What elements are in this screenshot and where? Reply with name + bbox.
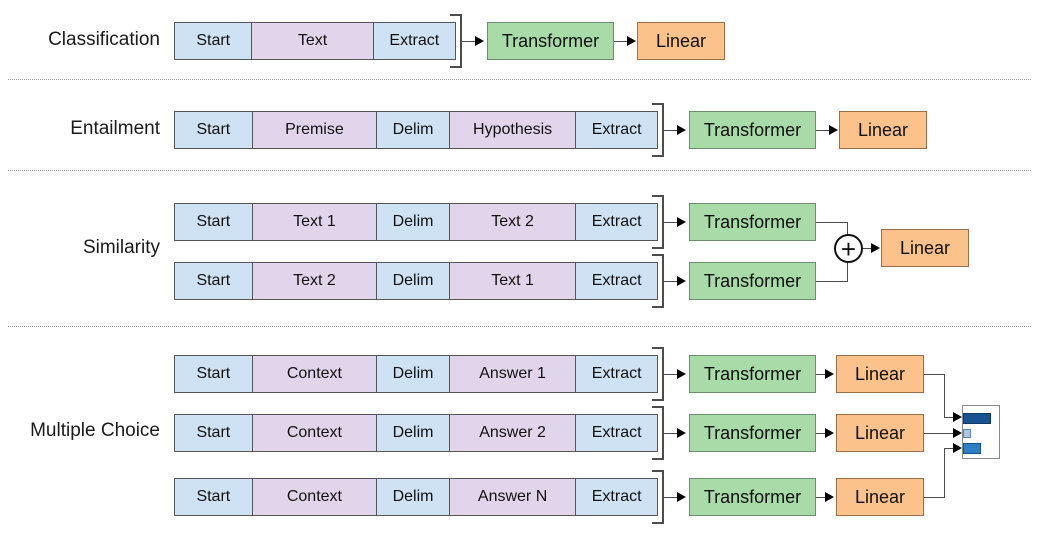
group-bracket — [652, 347, 664, 401]
arrow-head-icon — [825, 491, 834, 502]
softmax-output-chart — [962, 405, 1000, 459]
token-cell: Premise — [252, 112, 378, 148]
arrow-head-icon — [677, 124, 686, 135]
group-bracket — [652, 103, 664, 157]
token-cell: Start — [175, 479, 253, 515]
token-cell: Start — [175, 263, 253, 299]
arrow-head-icon — [475, 35, 484, 46]
task-label-similarity: Similarity — [82, 237, 160, 258]
token-cell: Delim — [377, 204, 450, 240]
section-divider — [8, 79, 1031, 80]
token-strip: Start Text 2 Delim Text 1 Extract — [174, 262, 658, 300]
section-divider — [8, 170, 1031, 171]
routing-line — [924, 497, 945, 498]
arrow-head-icon — [677, 368, 686, 379]
token-cell: Delim — [377, 263, 450, 299]
token-cell: Extract — [576, 479, 657, 515]
token-cell: Text 2 — [449, 204, 577, 240]
arrow-head-icon — [677, 491, 686, 502]
token-cell: Text — [252, 23, 374, 59]
transformer-block: Transformer — [689, 203, 816, 241]
token-cell: Start — [175, 356, 253, 392]
linear-block: Linear — [836, 478, 924, 516]
plus-circle-icon: + — [834, 234, 863, 263]
token-strip: Start Text Extract — [174, 22, 456, 60]
token-cell: Delim — [377, 356, 450, 392]
arrow-head-icon — [677, 216, 686, 227]
group-bracket — [652, 254, 664, 308]
routing-line — [944, 448, 945, 497]
linear-block: Linear — [836, 414, 924, 452]
linear-block: Linear — [637, 22, 725, 60]
diagram-canvas: Classification Start Text Extract Transf… — [0, 0, 1039, 538]
token-strip: Start Text 1 Delim Text 2 Extract — [174, 203, 658, 241]
task-label-classification: Classification — [48, 29, 160, 50]
token-cell: Extract — [576, 415, 657, 451]
token-cell: Text 1 — [449, 263, 577, 299]
token-cell: Start — [175, 23, 253, 59]
token-cell: Answer 2 — [449, 415, 577, 451]
token-cell: Delim — [377, 112, 450, 148]
transformer-block: Transformer — [689, 355, 816, 393]
transformer-block: Transformer — [689, 262, 816, 300]
routing-line — [944, 374, 945, 417]
token-cell: Context — [252, 479, 378, 515]
token-cell: Extract — [576, 356, 657, 392]
arrow-head-icon — [677, 275, 686, 286]
arrow-head-icon — [677, 427, 686, 438]
arrow-head-icon — [825, 427, 834, 438]
token-cell: Hypothesis — [449, 112, 577, 148]
arrow-head-icon — [953, 427, 962, 438]
token-cell: Start — [175, 204, 253, 240]
section-divider — [8, 326, 1031, 327]
token-cell: Extract — [576, 204, 657, 240]
token-cell: Text 2 — [252, 263, 378, 299]
token-cell: Extract — [576, 263, 657, 299]
arrow-head-icon — [953, 442, 962, 453]
group-bracket — [652, 406, 664, 460]
softmax-bar — [963, 413, 991, 424]
task-label-multiple-choice: Multiple Choice — [30, 420, 160, 441]
token-cell: Extract — [373, 23, 456, 59]
token-strip: Start Context Delim Answer 2 Extract — [174, 414, 658, 452]
token-cell: Start — [175, 112, 253, 148]
arrow-head-icon — [871, 242, 880, 253]
token-cell: Delim — [377, 479, 450, 515]
merge-line-bottom — [816, 281, 848, 282]
group-bracket — [450, 14, 462, 68]
arrow-head-icon — [627, 35, 636, 46]
token-strip: Start Context Delim Answer 1 Extract — [174, 355, 658, 393]
routing-line — [924, 374, 945, 375]
token-cell: Context — [252, 415, 378, 451]
task-label-entailment: Entailment — [70, 118, 160, 139]
softmax-bar — [963, 429, 971, 438]
group-bracket — [652, 470, 664, 524]
token-cell: Delim — [377, 415, 450, 451]
arrow-head-icon — [829, 124, 838, 135]
transformer-block: Transformer — [689, 111, 816, 149]
token-cell: Extract — [576, 112, 657, 148]
group-bracket — [652, 195, 664, 249]
transformer-block: Transformer — [487, 22, 614, 60]
linear-block: Linear — [839, 111, 927, 149]
softmax-bar — [963, 443, 981, 454]
linear-block: Linear — [881, 229, 969, 267]
token-cell: Start — [175, 415, 253, 451]
arrow-head-icon — [953, 411, 962, 422]
linear-block: Linear — [836, 355, 924, 393]
transformer-block: Transformer — [689, 478, 816, 516]
token-cell: Answer N — [449, 479, 577, 515]
transformer-block: Transformer — [689, 414, 816, 452]
arrow-head-icon — [825, 368, 834, 379]
token-cell: Answer 1 — [449, 356, 577, 392]
token-cell: Text 1 — [252, 204, 378, 240]
merge-line-top — [816, 222, 848, 223]
token-strip: Start Premise Delim Hypothesis Extract — [174, 111, 658, 149]
token-strip: Start Context Delim Answer N Extract — [174, 478, 658, 516]
token-cell: Context — [252, 356, 378, 392]
